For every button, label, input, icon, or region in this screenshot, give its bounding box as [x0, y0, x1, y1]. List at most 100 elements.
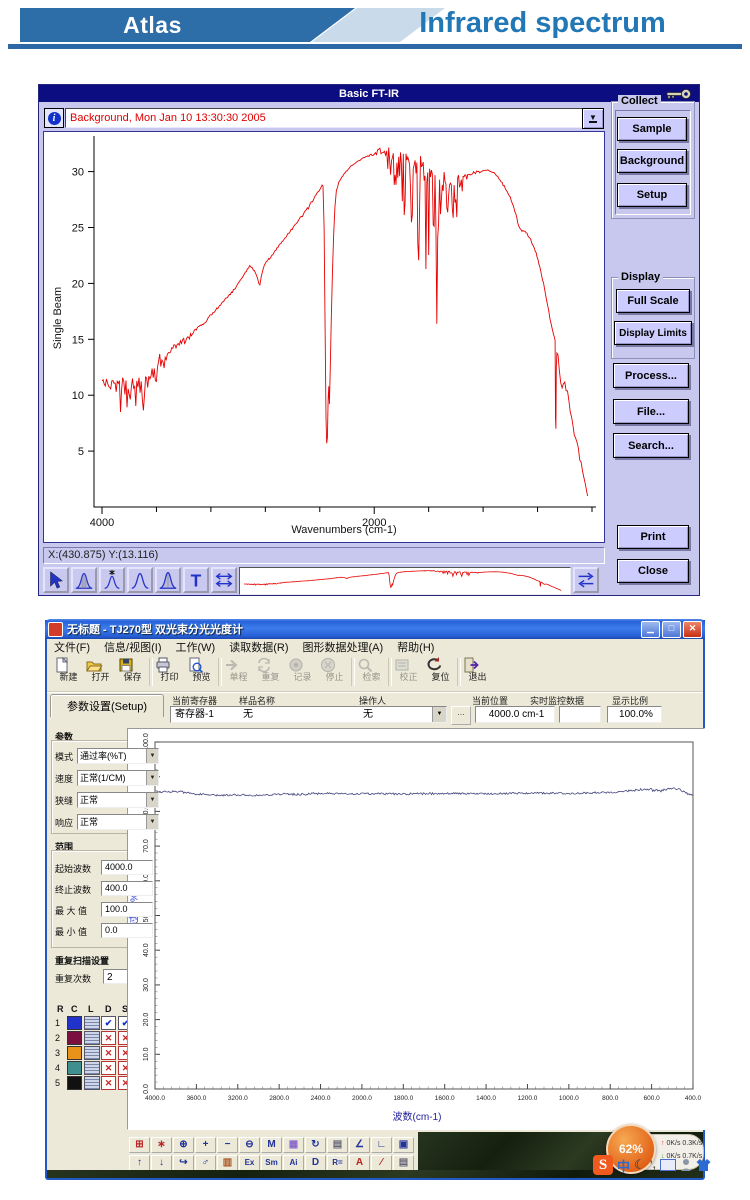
- range-field-1[interactable]: 400.0: [101, 881, 153, 896]
- color-swatch[interactable]: [67, 1031, 82, 1045]
- peak-icon[interactable]: M: [261, 1137, 282, 1153]
- color-swatch[interactable]: [67, 1046, 82, 1060]
- shrink-y-icon[interactable]: −: [217, 1137, 238, 1153]
- menu-item-0[interactable]: 文件(F): [47, 639, 97, 655]
- checkbox-crossed[interactable]: ✕: [101, 1076, 116, 1090]
- range-field-0[interactable]: 4000.0: [101, 860, 153, 875]
- register-combo[interactable]: 寄存器-1 无 无 ▼: [170, 706, 447, 723]
- expand-x-tool[interactable]: [211, 567, 237, 593]
- shirt-icon[interactable]: [696, 1158, 711, 1172]
- ex-icon[interactable]: Ex: [239, 1155, 260, 1171]
- display-limits-button[interactable]: Display Limits: [614, 321, 692, 345]
- close-window-button[interactable]: ✕: [683, 621, 702, 638]
- pointer-tool[interactable]: [43, 567, 69, 593]
- smooth-icon[interactable]: Sm: [261, 1155, 282, 1171]
- ftir-titlebar[interactable]: Basic FT-IR: [39, 85, 699, 102]
- user-icon[interactable]: [680, 1158, 692, 1172]
- absorbance-icon[interactable]: A: [349, 1155, 370, 1171]
- color-swatch[interactable]: [67, 1016, 82, 1030]
- trace-icon[interactable]: ↪: [173, 1155, 194, 1171]
- move-down-icon[interactable]: ↓: [151, 1155, 172, 1171]
- chevron-down-icon[interactable]: ▼: [146, 749, 158, 763]
- chevron-down-icon[interactable]: ▼: [146, 793, 158, 807]
- spectrum-overview-strip[interactable]: [239, 567, 571, 595]
- chevron-down-icon[interactable]: ▼: [146, 771, 158, 785]
- redraw-icon[interactable]: ↻: [305, 1137, 326, 1153]
- expand-y-icon[interactable]: +: [195, 1137, 216, 1153]
- close-button[interactable]: Close: [617, 559, 689, 583]
- text-tool[interactable]: T: [183, 567, 209, 593]
- color-swatch[interactable]: [67, 1061, 82, 1075]
- pen-icon[interactable]: ∕: [371, 1155, 392, 1171]
- full-scale-button[interactable]: Full Scale: [616, 289, 690, 313]
- line-style-icon[interactable]: [84, 1031, 100, 1045]
- full-view-icon[interactable]: ⊞: [129, 1137, 150, 1153]
- line-style-icon[interactable]: [84, 1061, 100, 1075]
- tj270-titlebar[interactable]: 无标题 - TJ270型 双光束分光光度计 ▁ □ ✕: [45, 619, 705, 639]
- axis-b-icon[interactable]: ∟: [371, 1137, 392, 1153]
- toolbar-preview-button[interactable]: 预览: [186, 656, 217, 689]
- checkbox-crossed[interactable]: ✕: [101, 1061, 116, 1075]
- toolbar-new-button[interactable]: 新建: [53, 656, 84, 689]
- soft-keyboard-icon[interactable]: [660, 1159, 676, 1171]
- range-field-2[interactable]: 100.0: [101, 902, 153, 917]
- browse-button[interactable]: ...: [451, 706, 471, 725]
- toolbar-save-button[interactable]: 保存: [117, 656, 148, 689]
- checkbox-crossed[interactable]: ✕: [101, 1046, 116, 1060]
- info-button[interactable]: i: [44, 108, 64, 128]
- grid-icon[interactable]: ▤: [327, 1137, 348, 1153]
- axis-a-icon[interactable]: ∠: [349, 1137, 370, 1153]
- tj270-chart-panel[interactable]: 0.010.020.030.040.050.060.070.080.090.01…: [127, 728, 705, 1130]
- zoom-out-icon[interactable]: ⊖: [239, 1137, 260, 1153]
- toolbar-reset-button[interactable]: 复位: [425, 656, 456, 689]
- color-swatch[interactable]: [67, 1076, 82, 1090]
- print-button[interactable]: Print: [617, 525, 689, 549]
- param-combo-1[interactable]: 正常(1/CM)▼: [77, 770, 159, 786]
- tab-setup[interactable]: 参数设置(Setup): [50, 694, 164, 717]
- ratio-icon[interactable]: R=: [327, 1155, 348, 1171]
- toolbar-print-button[interactable]: 打印: [154, 656, 185, 689]
- menu-item-1[interactable]: 信息/视图(I): [97, 639, 168, 655]
- moon-icon[interactable]: ☾: [634, 1157, 646, 1173]
- zoom-in-icon[interactable]: ⊕: [173, 1137, 194, 1153]
- ai-icon[interactable]: Ai: [283, 1155, 304, 1171]
- chinese-mode-icon[interactable]: 中: [617, 1156, 630, 1175]
- line-style-icon[interactable]: [84, 1016, 100, 1030]
- sample-button[interactable]: Sample: [617, 117, 687, 141]
- derivative-icon[interactable]: D: [305, 1155, 326, 1171]
- table-icon[interactable]: ▤: [393, 1155, 414, 1171]
- tj270-chart[interactable]: 0.010.020.030.040.050.060.070.080.090.01…: [128, 729, 704, 1129]
- punctuation-icon[interactable]: ’,: [650, 1159, 656, 1171]
- ruler-icon[interactable]: ▥: [217, 1155, 238, 1171]
- ftir-spectrum-chart[interactable]: 5101520253040002000: [44, 132, 604, 542]
- menu-item-4[interactable]: 图形数据处理(A): [296, 639, 391, 655]
- combo-arrow-icon[interactable]: ▼: [432, 707, 446, 722]
- checkbox-crossed[interactable]: ✕: [101, 1031, 116, 1045]
- peak-shaded-tool[interactable]: [71, 567, 97, 593]
- file-button[interactable]: File...: [613, 399, 689, 424]
- search-button[interactable]: Search...: [613, 433, 689, 458]
- toolbar-exit-button[interactable]: 退出: [462, 656, 493, 689]
- peak-pick-tool[interactable]: [99, 567, 125, 593]
- spectrum-title-field[interactable]: Background, Mon Jan 10 13:30:30 2005: [65, 108, 583, 128]
- ftir-chart-panel[interactable]: 5101520253040002000 Single Beam Wavenumb…: [43, 131, 605, 543]
- minimize-button[interactable]: ▁: [641, 621, 660, 638]
- peak-filled-tool[interactable]: [155, 567, 181, 593]
- checkbox-checked[interactable]: ✔: [101, 1016, 116, 1030]
- param-combo-0[interactable]: 通过率(%T)▼: [77, 748, 159, 764]
- setup-button[interactable]: Setup: [617, 183, 687, 207]
- background-button[interactable]: Background: [617, 149, 687, 173]
- maximize-button[interactable]: □: [662, 621, 681, 638]
- sogou-icon[interactable]: S: [593, 1155, 613, 1175]
- move-up-icon[interactable]: ↑: [129, 1155, 150, 1171]
- menu-item-2[interactable]: 工作(W): [169, 639, 223, 655]
- image-icon[interactable]: ▦: [283, 1137, 304, 1153]
- toolbar-open-button[interactable]: 打开: [85, 656, 116, 689]
- marker-icon[interactable]: ♂: [195, 1155, 216, 1171]
- range-field-3[interactable]: 0.0: [101, 923, 153, 938]
- center-icon[interactable]: ∗: [151, 1137, 172, 1153]
- peak-outline-tool[interactable]: [127, 567, 153, 593]
- chevron-down-icon[interactable]: ▼: [146, 815, 158, 829]
- process-button[interactable]: Process...: [613, 363, 689, 388]
- menu-item-5[interactable]: 帮助(H): [390, 639, 441, 655]
